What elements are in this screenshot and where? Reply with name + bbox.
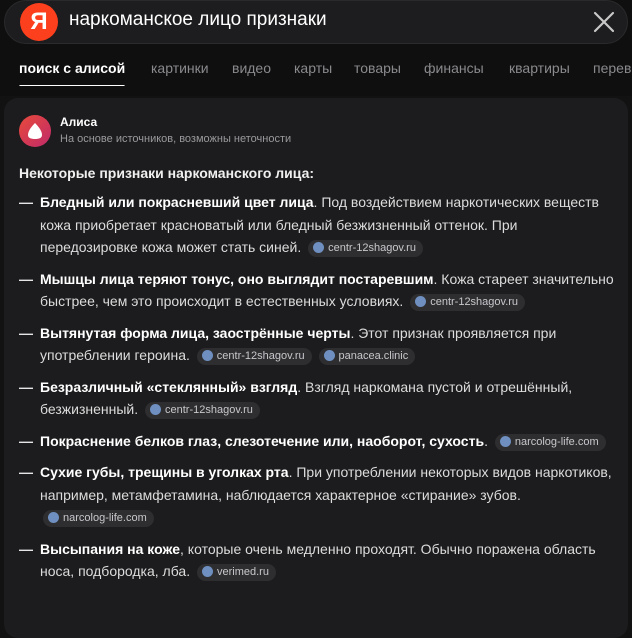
item-heading: Сухие губы, трещины в уголках рта: [40, 464, 289, 480]
source-favicon-icon: [201, 566, 213, 577]
source-chip[interactable]: narcolog-life.com: [43, 510, 154, 527]
source-favicon-icon: [48, 512, 59, 523]
tabs-bar: поиск с алисой картинки видео карты това…: [0, 60, 632, 86]
alice-answer-card: Алиса На основе источников, возможны нет…: [4, 98, 628, 638]
search-input[interactable]: наркоманское лицо признаки: [69, 9, 327, 31]
source-chip[interactable]: panacea.clinic: [318, 348, 416, 365]
list-item: Вытянутая форма лица, заострённые черты.…: [19, 322, 619, 367]
tab-translate[interactable]: перев: [593, 60, 631, 76]
source-favicon-icon: [313, 242, 325, 253]
tab-apartments[interactable]: квартиры: [509, 60, 570, 76]
source-label: verimed.ru: [216, 566, 269, 578]
alice-disclaimer: На основе источников, возможны неточност…: [60, 133, 292, 145]
item-heading: Вытянутая форма лица, заострённые черты: [40, 324, 351, 341]
source-label: centr-12shagov.ru: [430, 296, 519, 308]
item-heading: Бледный или покрасневший цвет лица: [40, 194, 314, 210]
source-chip[interactable]: centr-12shagov.ru: [410, 294, 526, 311]
item-heading: Покраснение белков глаз, слезотечение ил…: [40, 432, 485, 449]
search-bar[interactable]: Я наркоманское лицо признаки: [4, 0, 628, 44]
source-favicon-icon: [499, 435, 511, 447]
source-favicon-icon: [415, 296, 427, 307]
list-item: Покраснение белков глаз, слезотечение ил…: [19, 430, 619, 453]
source-label: centr-12shagov.ru: [165, 404, 253, 416]
answer-intro: Некоторые признаки наркоманского лица:: [19, 165, 315, 181]
source-favicon-icon: [150, 404, 162, 415]
item-heading: Высыпания на коже: [40, 540, 181, 557]
close-icon[interactable]: [591, 9, 617, 35]
tab-finance[interactable]: финансы: [424, 60, 484, 76]
tab-alice-search[interactable]: поиск с алисой: [19, 60, 126, 86]
source-chip[interactable]: verimed.ru: [196, 564, 276, 581]
list-item: Высыпания на коже, которые очень медленн…: [19, 538, 619, 583]
source-chip[interactable]: centr-12shagov.ru: [308, 240, 423, 257]
item-text: .: [484, 432, 488, 449]
source-chip[interactable]: centr-12shagov.ru: [145, 402, 260, 419]
yandex-logo[interactable]: Я: [20, 3, 58, 41]
source-label: panacea.clinic: [338, 350, 409, 362]
list-item: Сухие губы, трещины в уголках рта. При у…: [19, 461, 619, 529]
source-label: centr-12shagov.ru: [328, 242, 416, 254]
source-label: narcolog-life.com: [514, 435, 599, 448]
tab-images[interactable]: картинки: [151, 60, 209, 76]
tab-maps[interactable]: карты: [294, 60, 332, 76]
header: Я наркоманское лицо признаки поиск с али…: [0, 0, 632, 96]
source-favicon-icon: [323, 350, 335, 361]
source-label: centr-12shagov.ru: [216, 350, 305, 362]
list-item: Безразличный «стеклянный» взгляд. Взгляд…: [19, 376, 619, 421]
source-chip[interactable]: centr-12shagov.ru: [196, 348, 312, 365]
alice-icon: [19, 115, 51, 147]
answer-list: Бледный или покрасневший цвет лица. Под …: [19, 191, 619, 592]
tab-goods[interactable]: товары: [354, 60, 401, 76]
tab-video[interactable]: видео: [232, 60, 271, 76]
source-favicon-icon: [201, 350, 213, 361]
list-item: Бледный или покрасневший цвет лица. Под …: [19, 191, 619, 259]
item-heading: Мышцы лица теряют тонус, оно выглядит по…: [40, 270, 434, 287]
item-heading: Безразличный «стеклянный» взгляд: [40, 378, 298, 395]
source-label: narcolog-life.com: [63, 512, 147, 524]
source-chip[interactable]: narcolog-life.com: [494, 433, 606, 451]
list-item: Мышцы лица теряют тонус, оно выглядит по…: [19, 268, 619, 313]
alice-name: Алиса: [60, 115, 98, 129]
